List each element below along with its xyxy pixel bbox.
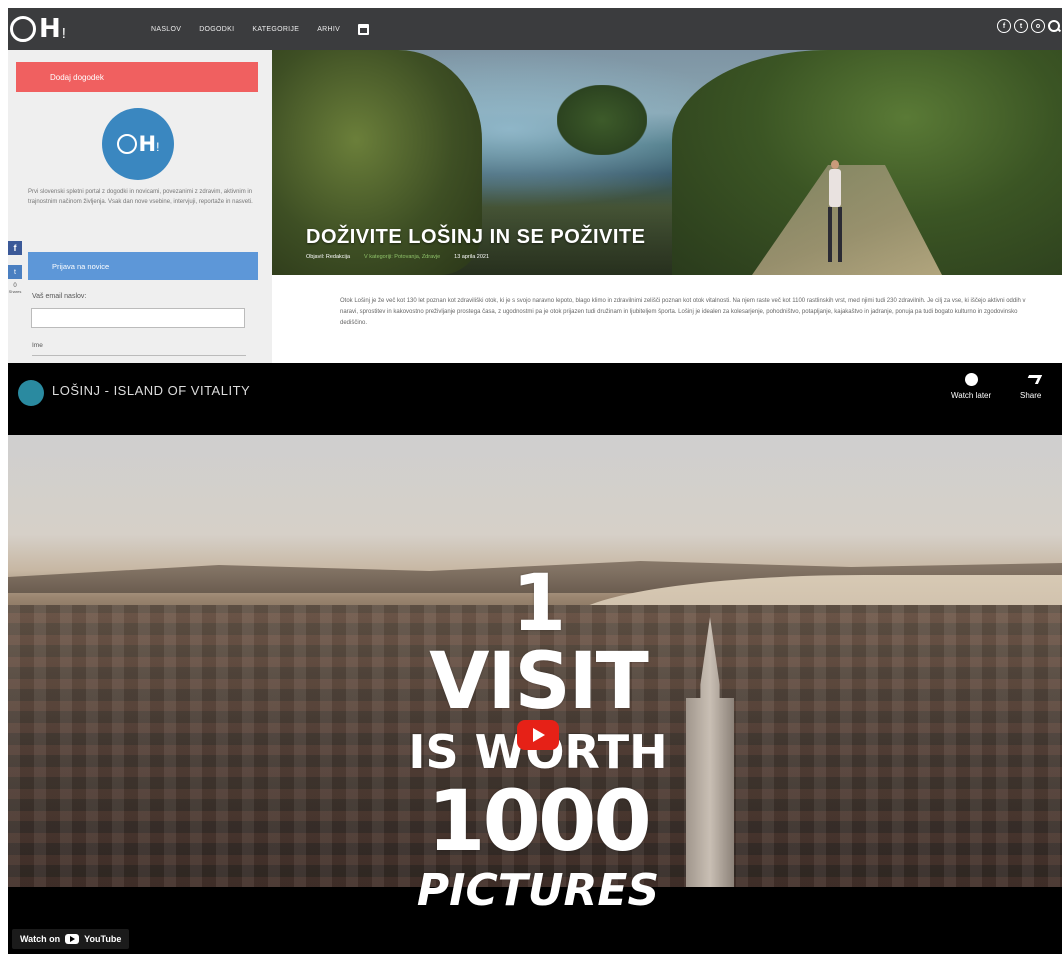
facebook-icon[interactable]: f [997,19,1011,33]
sidebar-logo: H! [102,108,174,180]
youtube-icon [65,934,80,944]
top-navigation-bar: H ! NASLOV DOGODKI KATEGORIJE ARHIV f t … [8,8,1062,50]
video-header: LOŠINJ - ISLAND OF VITALITY Watch later … [8,363,1062,435]
name-label: Ime [32,342,43,349]
name-field[interactable] [32,355,246,356]
email-field[interactable] [31,308,245,328]
hero-image: DOŽIVITE LOŠINJ IN SE POŽIVITE Objavil: … [272,50,1062,275]
nav-item-categories[interactable]: KATEGORIJE [252,26,299,33]
video-title[interactable]: LOŠINJ - ISLAND OF VITALITY [52,383,250,398]
social-links: f t o [997,19,1060,33]
nav-item-home[interactable]: NASLOV [151,26,181,33]
email-label: Vaš email naslov: [32,293,87,300]
nav-item-events[interactable]: DOGODKI [199,26,234,33]
add-event-button[interactable]: Dodaj dogodek [16,62,258,92]
share-count: 0 Shares [8,283,22,294]
search-icon[interactable] [1048,19,1060,33]
channel-avatar[interactable] [18,380,44,406]
watch-on-youtube-button[interactable]: Watch on YouTube [12,929,130,949]
newsletter-button[interactable]: Prijava na novice [28,252,258,280]
share-button[interactable]: Share [1020,373,1041,400]
main-nav: NASLOV DOGODKI KATEGORIJE ARHIV [151,8,370,50]
calendar-icon[interactable] [358,23,370,35]
sidebar: Dodaj dogodek H! Prvi slovenski spletni … [8,50,272,363]
video-thumbnail[interactable]: 1 VISIT IS WORTH 1000 PICTURES [8,435,1062,913]
article-meta: Objavil: Redakcija V kategoriji: Potovan… [306,254,489,260]
youtube-embed[interactable]: LOŠINJ - ISLAND OF VITALITY Watch later … [8,363,1062,954]
share-arrow-icon [1025,373,1037,386]
logo-ring-icon [10,16,36,42]
meta-date: 13 aprila 2021 [454,254,490,260]
article-title: DOŽIVITE LOŠINJ IN SE POŽIVITE [306,226,646,248]
twitter-icon[interactable]: t [1014,19,1028,33]
meta-author[interactable]: Objavil: Redakcija [306,254,350,260]
sidebar-description: Prvi slovenski spletni portal z dogodki … [28,189,253,205]
twitter-share-icon[interactable]: t [8,265,22,279]
meta-category[interactable]: V kategoriji: Potovanja, Zdravje [364,254,440,260]
instagram-icon[interactable]: o [1031,19,1045,33]
clock-icon [964,373,978,386]
facebook-share-icon[interactable]: f [8,241,22,255]
watch-later-button[interactable]: Watch later [951,373,991,400]
nav-item-archive[interactable]: ARHIV [317,26,340,33]
play-button[interactable] [517,720,559,750]
site-logo[interactable]: H ! [10,12,66,46]
article-body: Otok Lošinj je že več kot 130 let poznan… [340,298,1026,326]
